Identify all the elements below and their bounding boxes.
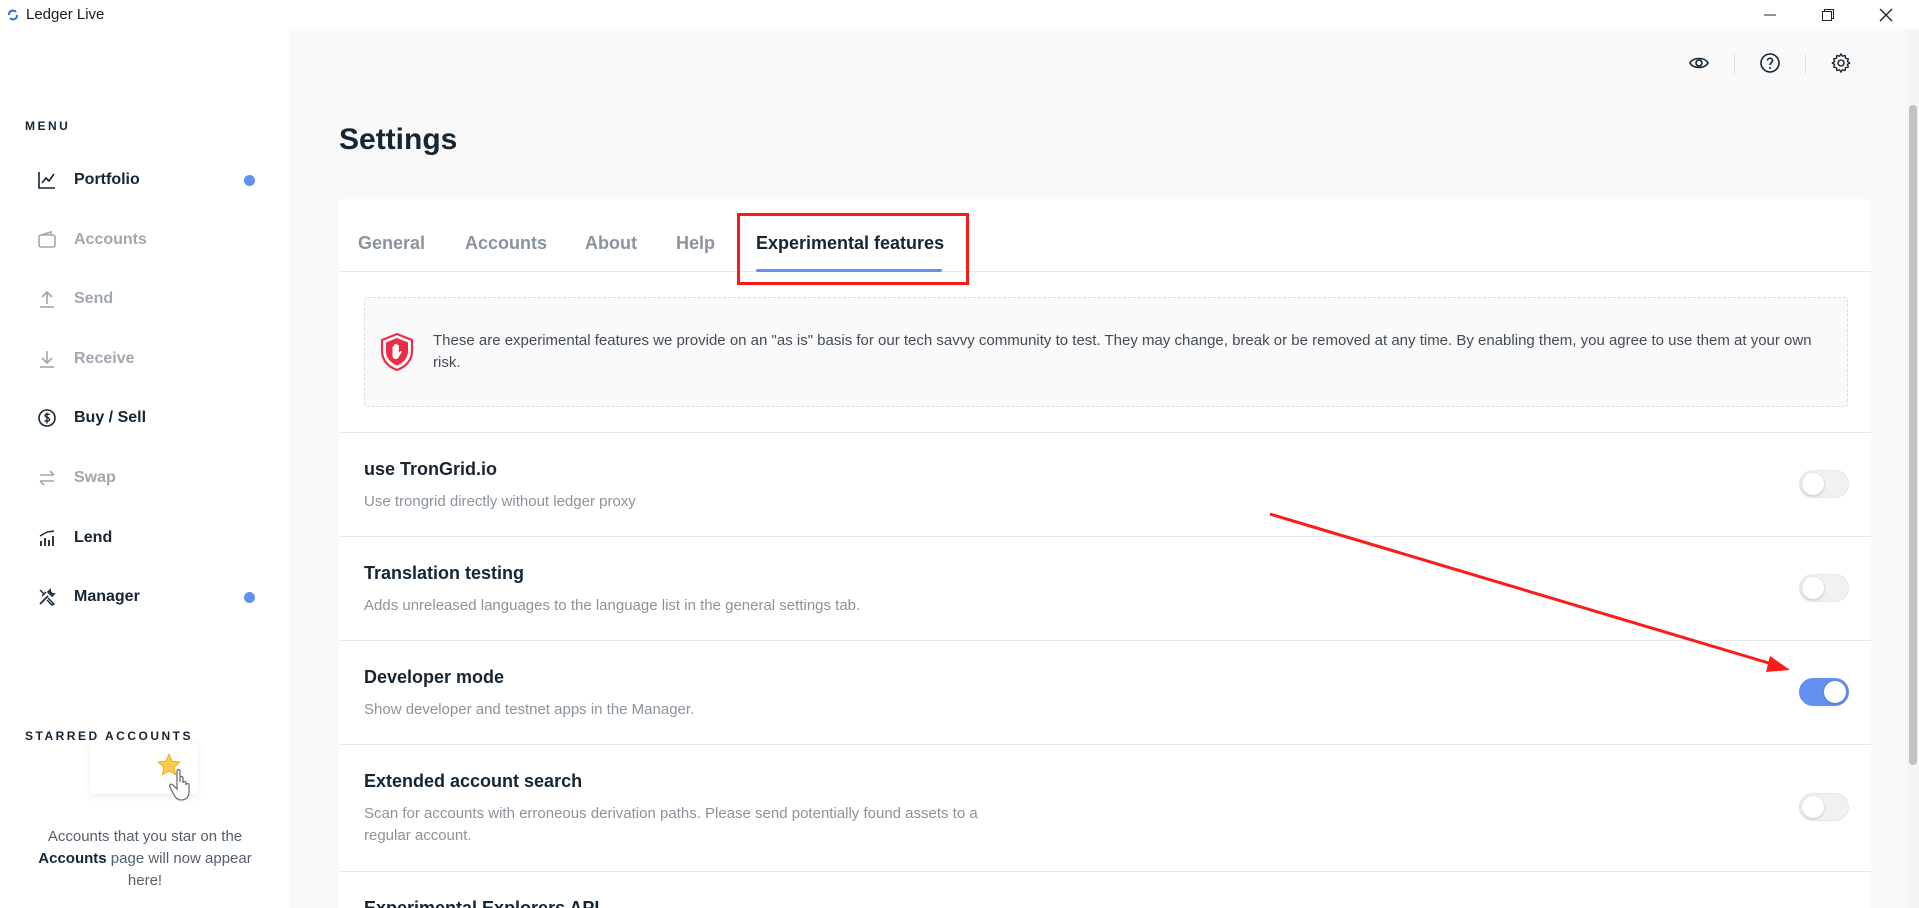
setting-description: Use trongrid directly without ledger pro… [364,493,636,510]
toggle-knob [1824,681,1846,703]
starred-accounts-title: STARRED ACCOUNTS [25,729,193,743]
setting-row-trongrid: use TronGrid.io Use trongrid directly wi… [339,432,1871,536]
active-tab-indicator [756,269,942,272]
toggle-knob [1802,796,1824,818]
tab-about[interactable]: About [585,233,637,254]
tab-general[interactable]: General [358,233,425,254]
window-titlebar: Ledger Live [0,0,1919,29]
sidebar-item-label: Receive [74,350,135,367]
scrollbar-thumb[interactable] [1909,105,1917,765]
close-button[interactable] [1857,0,1915,29]
sidebar-item-label: Lend [74,529,113,546]
arrow-up-icon [36,288,58,310]
restore-button[interactable] [1799,0,1857,29]
sidebar-item-label: Manager [74,588,140,605]
dollar-circle-icon [36,407,58,429]
sidebar-item-label: Accounts [74,231,147,248]
setting-description: Scan for accounts with erroneous derivat… [364,805,978,844]
notification-dot [244,591,255,603]
lend-chart-icon [36,527,58,549]
sidebar-item-label: Buy / Sell [74,409,147,426]
tab-experimental-features[interactable]: Experimental features [756,233,944,254]
restore-icon [1822,8,1834,21]
setting-description: Adds unreleased languages to the languag… [364,597,861,614]
scrollbar[interactable] [1907,29,1919,908]
notice-text: These are experimental features we provi… [433,332,1812,371]
toggle-knob [1802,577,1824,599]
setting-row-extended-account-search: Extended account search Scan for account… [339,744,1871,871]
setting-row-experimental-explorers-api: Experimental Explorers API [339,871,1871,908]
setting-description: Show developer and testnet apps in the M… [364,701,695,718]
menu-title: MENU [25,119,71,133]
translation-testing-toggle[interactable] [1799,574,1849,602]
sidebar-item-manager[interactable]: Manager [25,577,265,617]
setting-title: Developer mode [364,667,505,687]
page-title: Settings [339,123,458,156]
arrow-down-icon [36,348,58,370]
header-divider [1805,54,1806,74]
setting-title: use TronGrid.io [364,459,498,479]
ledger-live-logo-icon [8,9,18,21]
setting-title: Translation testing [364,563,525,583]
settings-tabs: General Accounts About Help Experimental… [339,199,1871,272]
setting-row-developer-mode: Developer mode Show developer and testne… [339,640,1871,744]
tab-help[interactable]: Help [676,233,715,254]
setting-row-translation-testing: Translation testing Adds unreleased lang… [339,536,1871,640]
extended-account-search-toggle[interactable] [1799,793,1849,821]
setting-title: Experimental Explorers API [364,898,600,908]
starred-empty-text: Accounts that you star on the Accounts p… [38,828,252,889]
header-divider [1734,54,1735,74]
tools-icon [36,586,58,608]
wallet-icon [36,229,58,251]
chart-line-icon [36,169,58,191]
help-circle-icon[interactable] [1758,51,1782,75]
notification-dot [244,174,255,186]
sidebar-item-buy-sell[interactable]: Buy / Sell [25,398,265,438]
sidebar-item-swap[interactable]: Swap [25,458,265,498]
sidebar-item-label: Swap [74,469,116,486]
experimental-notice: These are experimental features we provi… [364,297,1848,407]
gear-icon[interactable] [1829,51,1853,75]
sidebar-item-send[interactable]: Send [25,279,265,319]
sidebar-item-label: Portfolio [74,171,140,188]
pointer-hand-icon [169,768,190,801]
setting-title: Extended account search [364,771,583,791]
settings-card: General Accounts About Help Experimental… [339,199,1871,908]
tab-accounts[interactable]: Accounts [465,233,547,254]
minimize-button[interactable] [1741,0,1799,29]
sidebar-item-label: Send [74,290,114,307]
window-title: Ledger Live [26,6,105,23]
sidebar-item-lend[interactable]: Lend [25,518,265,558]
eye-icon[interactable] [1687,51,1711,75]
toggle-knob [1802,473,1824,495]
shield-hand-icon [380,332,414,372]
trongrid-toggle[interactable] [1799,470,1849,498]
sidebar-item-accounts[interactable]: Accounts [25,220,265,260]
main-content: Settings General Accounts About Help Exp… [289,29,1919,908]
starred-placeholder-card [90,744,198,801]
swap-icon [36,467,58,489]
developer-mode-toggle[interactable] [1799,678,1849,706]
close-icon [1879,8,1893,21]
minimize-icon [1764,14,1776,15]
sidebar-item-receive[interactable]: Receive [25,339,265,379]
sidebar-item-portfolio[interactable]: Portfolio [25,160,265,200]
sidebar: MENU Portfolio Accounts Send Receive Buy… [0,29,289,908]
